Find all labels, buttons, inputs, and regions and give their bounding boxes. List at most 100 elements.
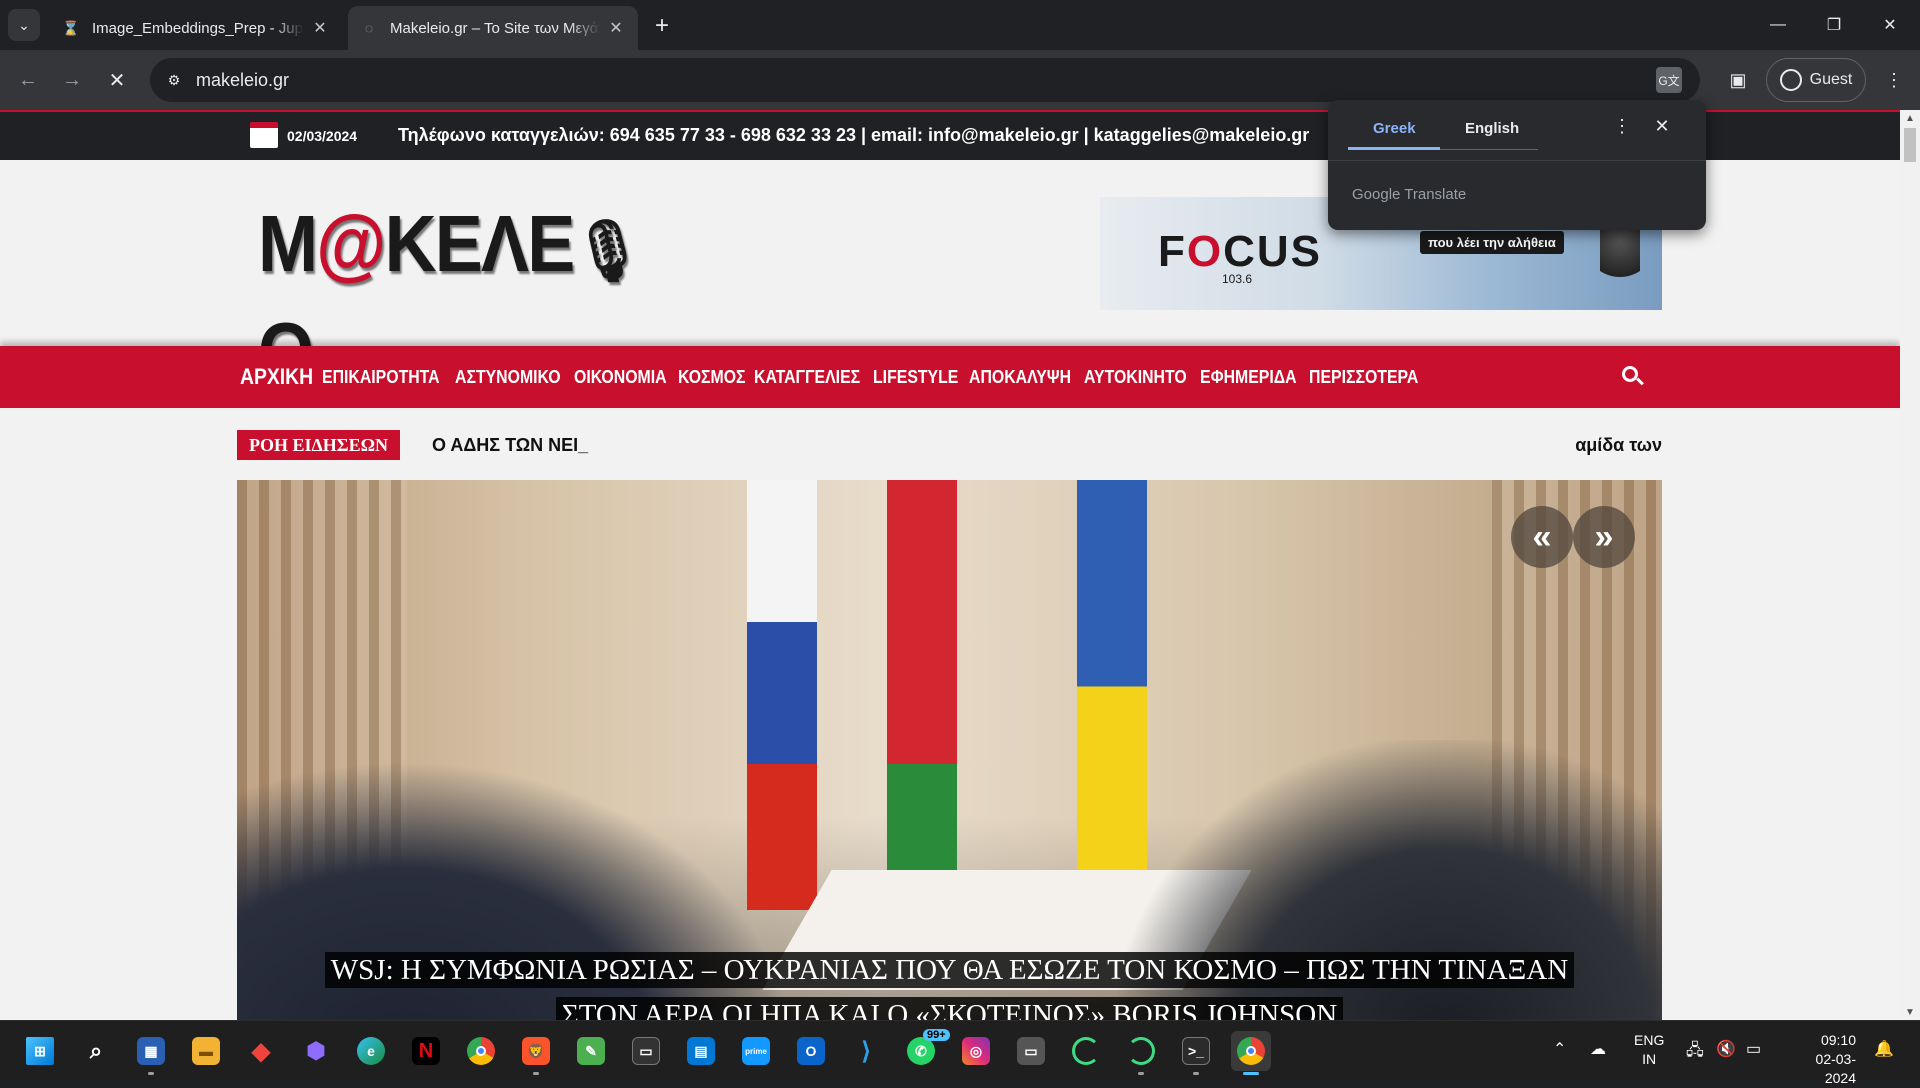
ticker-text-scroll[interactable]: αμίδα των bbox=[1575, 435, 1662, 456]
prime-video-icon: prime bbox=[742, 1037, 770, 1065]
date: 02-03-2024 bbox=[1815, 1051, 1856, 1086]
nav-item-epikairotita[interactable]: ΕΠΙΚΑΙΡΟΤΗΤΑ bbox=[322, 367, 440, 388]
vscode-app[interactable]: ⟩ bbox=[846, 1031, 886, 1071]
search-button[interactable]: ⌕ bbox=[76, 1031, 116, 1071]
battery-icon[interactable]: ▭ bbox=[1746, 1039, 1761, 1059]
back-button[interactable]: ← bbox=[12, 64, 44, 96]
profile-button[interactable]: Guest bbox=[1766, 58, 1866, 102]
scroll-down-arrow[interactable]: ▼ bbox=[1900, 1004, 1920, 1020]
google-translate-brand: Google Translate bbox=[1352, 186, 1467, 203]
notepad-app[interactable]: ✎ bbox=[571, 1031, 611, 1071]
minimize-button[interactable]: — bbox=[1758, 8, 1798, 42]
store-icon: ▦ bbox=[137, 1037, 165, 1065]
tab-makeleio[interactable]: ◌ Makeleio.gr – To Site των Μεγάλων Αποκ… bbox=[348, 6, 638, 50]
console-app[interactable]: ▭ bbox=[1011, 1031, 1051, 1071]
nav-item-perissotera[interactable]: ΠΕΡΙΣΣΟΤΕΡΑ bbox=[1309, 367, 1418, 388]
url-text[interactable]: makeleio.gr bbox=[196, 70, 289, 91]
edge-app[interactable]: e bbox=[351, 1031, 391, 1071]
chrome-app-pinned[interactable] bbox=[461, 1031, 501, 1071]
instagram-app[interactable]: ◎ bbox=[956, 1031, 996, 1071]
onedrive-icon[interactable]: ☁ bbox=[1590, 1039, 1606, 1059]
nav-item-astynomiko[interactable]: ΑΣΤΥΝΟΜΙΚΟ bbox=[455, 367, 561, 388]
nav-item-oikonomia[interactable]: ΟΙΚΟΝΟΜΙΑ bbox=[574, 367, 667, 388]
forward-button[interactable]: → bbox=[56, 64, 88, 96]
address-bar[interactable]: ⚙ makeleio.gr G文 bbox=[150, 58, 1700, 102]
divider bbox=[1328, 160, 1706, 161]
netflix-app[interactable]: N bbox=[406, 1031, 446, 1071]
copilot-app[interactable]: ⬢ bbox=[296, 1031, 336, 1071]
start-button[interactable]: ⊞ bbox=[20, 1031, 60, 1071]
file-explorer-app[interactable]: ▬ bbox=[186, 1031, 226, 1071]
chrome-app-active[interactable] bbox=[1231, 1031, 1271, 1075]
nav-item-katagelies[interactable]: ΚΑΤΑΓΓΕΛΙΕΣ bbox=[754, 367, 860, 388]
calculator-app[interactable]: ▤ bbox=[681, 1031, 721, 1071]
avatar-icon bbox=[1779, 69, 1802, 91]
site-info-icon[interactable]: ⚙ bbox=[160, 66, 188, 94]
store-app[interactable]: ▦ bbox=[131, 1031, 171, 1075]
notification-bell-icon[interactable]: 🔔 bbox=[1874, 1039, 1894, 1059]
scroll-thumb[interactable] bbox=[1904, 128, 1916, 162]
nav-item-home[interactable]: ΑΡΧΙΚΗ bbox=[240, 364, 313, 390]
translate-target-tab[interactable]: English bbox=[1465, 120, 1519, 137]
search-icon[interactable] bbox=[1620, 364, 1646, 390]
translate-icon[interactable]: G文 bbox=[1656, 67, 1682, 93]
windows-taskbar: ⊞ ⌕ ▦ ▬ ◆ ⬢ e N 🦁 ✎ ▭ ▤ prime O ⟩ ✆ 99+ ◎… bbox=[0, 1020, 1920, 1086]
new-tab-button[interactable]: + bbox=[648, 12, 676, 40]
ticker-text[interactable]: Ο ΑΔΗΣ ΤΩΝ ΝΕΙ_ bbox=[432, 435, 588, 456]
translate-popup: Greek English ⋮ ✕ Google Translate bbox=[1328, 100, 1706, 230]
stop-loading-button[interactable]: ✕ bbox=[101, 64, 133, 96]
close-icon[interactable]: ✕ bbox=[606, 18, 626, 38]
calculator-icon: ▤ bbox=[687, 1037, 715, 1065]
hourglass-icon: ⌛ bbox=[62, 19, 80, 36]
banner-brand: FOCUS bbox=[1158, 227, 1323, 276]
more-options-icon[interactable]: ⋮ bbox=[1610, 114, 1634, 138]
powershell-app[interactable]: >_ bbox=[1176, 1031, 1216, 1075]
terminal-app[interactable]: ▭ bbox=[626, 1031, 666, 1071]
nav-item-kosmos[interactable]: ΚΟΣΜΟΣ bbox=[678, 367, 746, 388]
translate-source-tab[interactable]: Greek bbox=[1373, 120, 1416, 137]
loading-app-1[interactable] bbox=[1066, 1031, 1106, 1071]
instagram-icon: ◎ bbox=[962, 1037, 990, 1065]
site-logo[interactable]: M@ΚΕΛΕ🎙O.gr bbox=[258, 194, 688, 395]
scroll-up-arrow[interactable]: ▲ bbox=[1900, 110, 1920, 126]
window-close-button[interactable]: ✕ bbox=[1870, 8, 1910, 42]
notepad-icon: ✎ bbox=[577, 1037, 605, 1065]
close-icon[interactable]: ✕ bbox=[310, 18, 330, 38]
side-panel-icon[interactable]: ▣ bbox=[1722, 64, 1754, 96]
restore-button[interactable]: ❐ bbox=[1814, 8, 1854, 42]
slider-next-button[interactable]: » bbox=[1573, 506, 1635, 568]
page-scrollbar[interactable]: ▲ ▼ bbox=[1900, 110, 1920, 1020]
chevron-up-icon[interactable]: ⌃ bbox=[1553, 1039, 1566, 1059]
hero-headline[interactable]: WSJ: Η ΣΥΜΦΩΝΙΑ ΡΩΣΙΑΣ – ΟΥΚΡΑΝΙΑΣ ΠΟΥ Θ… bbox=[237, 948, 1662, 1020]
clock[interactable]: 09:10 02-03-2024 bbox=[1786, 1031, 1856, 1088]
nav-item-efimerida[interactable]: ΕΦΗΜΕΡΙΔΑ bbox=[1200, 367, 1297, 388]
diamond-icon: ◆ bbox=[251, 1037, 271, 1065]
nav-item-lifestyle[interactable]: LIFESTYLE bbox=[873, 367, 958, 388]
volume-muted-icon[interactable]: 🔇 bbox=[1716, 1039, 1736, 1059]
banner-frequency: 103.6 bbox=[1222, 272, 1253, 286]
nav-item-aftokinito[interactable]: ΑΥΤΟΚΙΝΗΤΟ bbox=[1084, 367, 1187, 388]
language-indicator[interactable]: ENG IN bbox=[1634, 1031, 1664, 1069]
nav-item-apokalypsi[interactable]: ΑΠΟΚΑΛΥΨΗ bbox=[969, 367, 1071, 388]
language-code: ENG bbox=[1634, 1032, 1665, 1048]
hero-slider[interactable]: « » WSJ: Η ΣΥΜΦΩΝΙΑ ΡΩΣΙΑΣ – ΟΥΚΡΑΝΙΑΣ Π… bbox=[237, 480, 1662, 1020]
menu-kebab-icon[interactable]: ⋮ bbox=[1878, 64, 1910, 96]
anydesk-app[interactable]: ◆ bbox=[241, 1031, 281, 1071]
network-icon[interactable]: 🖧 bbox=[1686, 1039, 1704, 1066]
prime-video-app[interactable]: prime bbox=[736, 1031, 776, 1071]
brave-app[interactable]: 🦁 bbox=[516, 1031, 556, 1075]
whatsapp-app[interactable]: ✆ 99+ bbox=[901, 1029, 950, 1071]
tab-jupyter[interactable]: ⌛ Image_Embeddings_Prep - Jupyter ✕ bbox=[50, 6, 342, 50]
site-icon: ◌ bbox=[364, 20, 374, 36]
profile-label: Guest bbox=[1809, 71, 1853, 88]
close-icon[interactable]: ✕ bbox=[1650, 114, 1674, 138]
slider-prev-button[interactable]: « bbox=[1511, 506, 1573, 568]
web-page: 02/03/2024 Τηλέφωνο καταγγελιών: 694 635… bbox=[0, 110, 1900, 1020]
spinner-icon bbox=[1127, 1037, 1155, 1065]
contact-info: Τηλέφωνο καταγγελιών: 694 635 77 33 - 69… bbox=[398, 125, 1310, 145]
search-icon: ⌕ bbox=[89, 1038, 103, 1063]
tab-search-button[interactable]: ⌄ bbox=[8, 9, 40, 41]
loading-app-2[interactable] bbox=[1121, 1031, 1161, 1075]
outlook-app[interactable]: O bbox=[791, 1031, 831, 1071]
banner-tagline: που λέει την αλήθεια bbox=[1420, 231, 1564, 254]
